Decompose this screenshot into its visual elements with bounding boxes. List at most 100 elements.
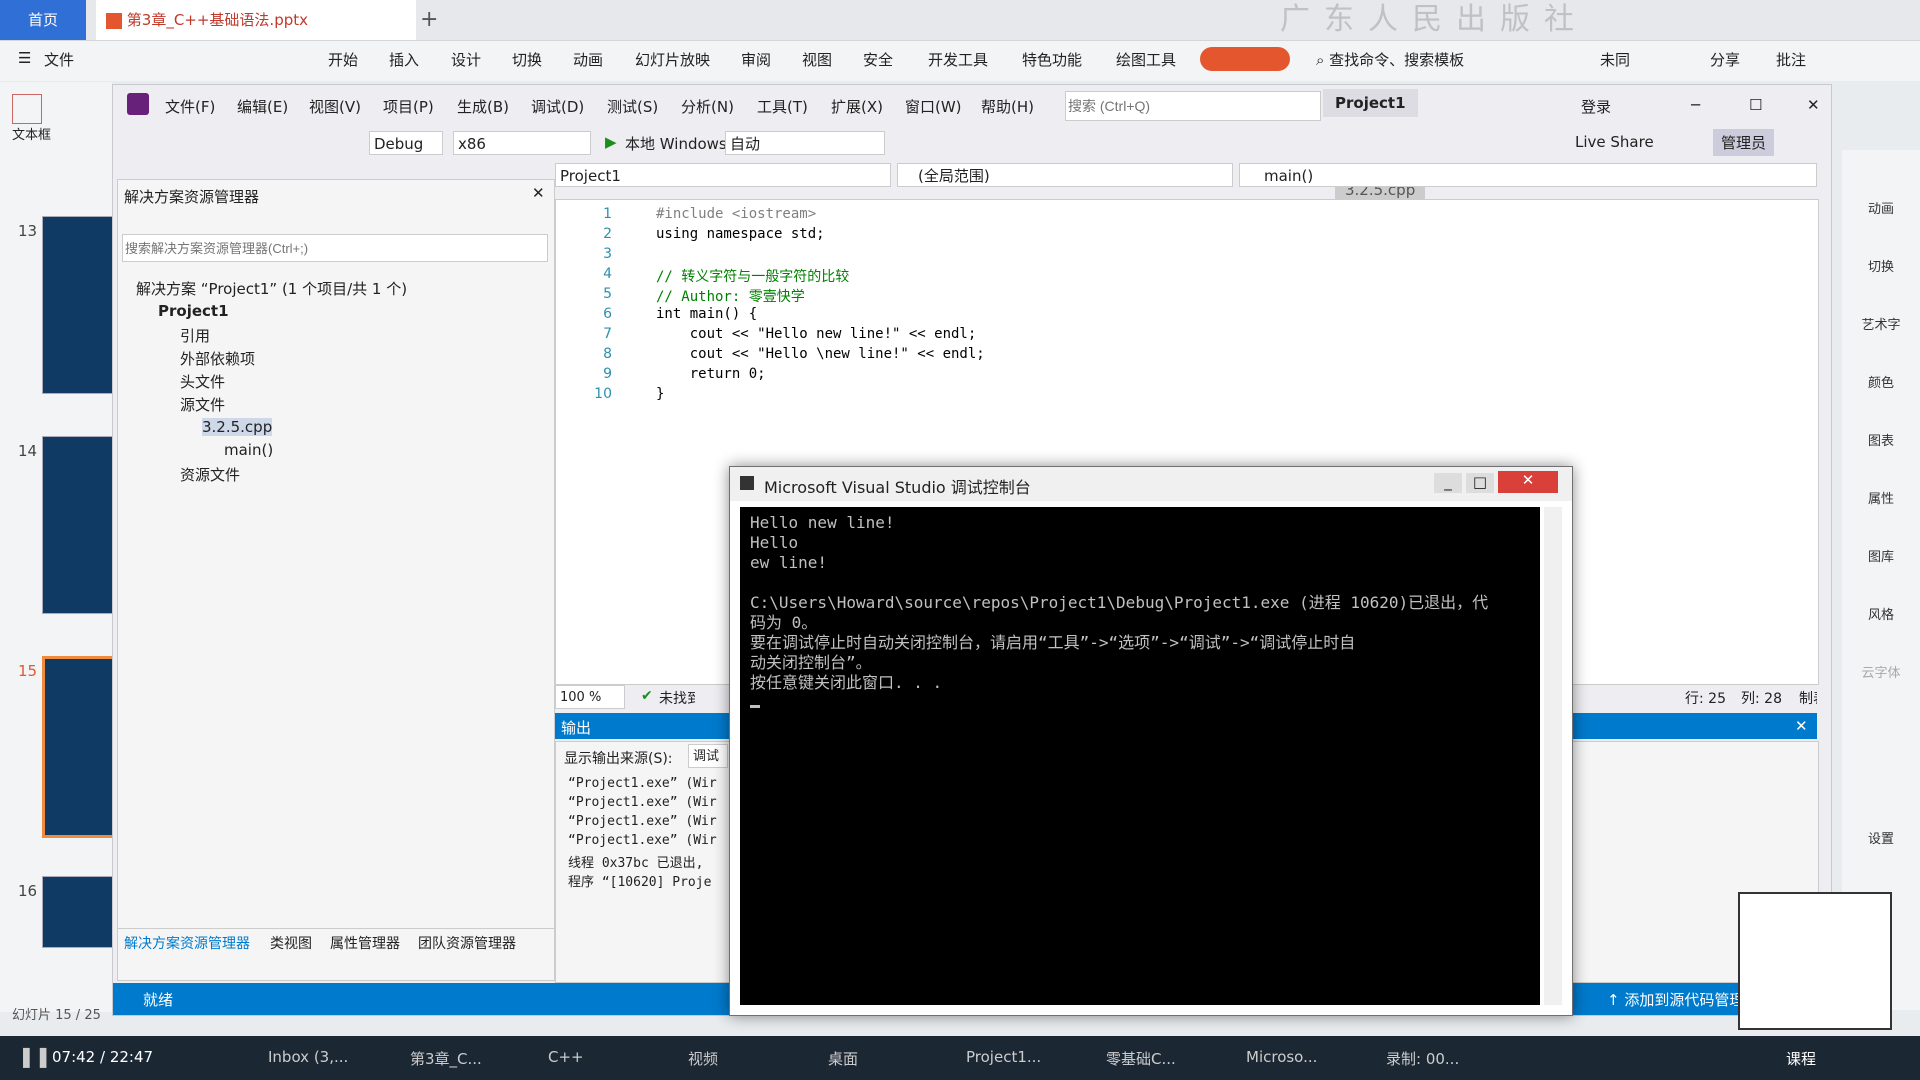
code-line[interactable]: #include <iostream>	[656, 206, 816, 222]
tool-animation[interactable]: 动画	[1842, 198, 1920, 217]
menu-build[interactable]: 生成(B)	[457, 96, 509, 117]
menu-debug[interactable]: 调试(D)	[531, 96, 584, 117]
maximize-icon[interactable]: ☐	[1749, 96, 1762, 114]
tool-color[interactable]: 颜色	[1842, 372, 1920, 391]
ribbon-security[interactable]: 安全	[863, 49, 893, 70]
tool-gallery[interactable]: 图库	[1842, 546, 1920, 565]
taskbar-item[interactable]: 录制: 00...	[1386, 1048, 1459, 1069]
tree-item[interactable]: 引用	[180, 325, 210, 346]
tree-item[interactable]: 3.2.5.cpp	[202, 418, 273, 436]
slide-thumbnail[interactable]	[42, 876, 114, 948]
ribbon-orange-tab[interactable]	[1200, 47, 1290, 71]
tool-settings[interactable]: 设置	[1842, 828, 1920, 847]
code-line[interactable]: }	[656, 386, 664, 402]
tree-item[interactable]: 资源文件	[180, 464, 240, 485]
share-button[interactable]: 分享	[1710, 49, 1740, 70]
pause-icon[interactable]: ❚❚	[18, 1044, 52, 1068]
close-icon[interactable]: ✕	[1807, 96, 1820, 114]
config-select[interactable]: Debug	[369, 131, 443, 155]
sync-status[interactable]: 未同	[1600, 49, 1630, 70]
debug-console-window[interactable]: Microsoft Visual Studio 调试控制台 _ □ ✕ Hell…	[729, 466, 1573, 1016]
tree-item[interactable]: 解决方案 “Project1” (1 个项目/共 1 个)	[136, 278, 407, 299]
ribbon-drawing[interactable]: 绘图工具	[1116, 49, 1176, 70]
slide-thumbnail[interactable]	[42, 436, 114, 614]
ribbon-animation[interactable]: 动画	[573, 49, 603, 70]
search-command[interactable]: ⌕ 查找命令、搜索模板	[1316, 49, 1464, 70]
menu-analyze[interactable]: 分析(N)	[681, 96, 734, 117]
code-line[interactable]: using namespace std;	[656, 226, 825, 242]
menu-file[interactable]: 文件(F)	[165, 96, 215, 117]
tab-team-explorer[interactable]: 团队资源管理器	[418, 933, 516, 953]
menu-window[interactable]: 窗口(W)	[905, 96, 962, 117]
taskbar-item[interactable]: Inbox (3,...	[268, 1048, 348, 1066]
live-share-button[interactable]: Live Share	[1575, 133, 1654, 151]
new-tab-button[interactable]: +	[420, 0, 438, 40]
ribbon-file[interactable]: 文件	[44, 49, 74, 70]
ribbon-review[interactable]: 审阅	[741, 49, 771, 70]
slide-thumbnail[interactable]	[42, 216, 114, 394]
tab-solution-explorer[interactable]: 解决方案资源管理器	[124, 933, 250, 953]
menu-extensions[interactable]: 扩展(X)	[831, 96, 883, 117]
tab-pptx[interactable]: 第3章_C++基础语法.pptx	[96, 0, 416, 40]
comment-button[interactable]: 批注	[1776, 49, 1806, 70]
vs-search-input[interactable]	[1065, 91, 1321, 121]
ribbon-features[interactable]: 特色功能	[1022, 49, 1082, 70]
tree-item[interactable]: 外部依赖项	[180, 348, 255, 369]
tree-item[interactable]: main()	[224, 441, 273, 459]
taskbar-item[interactable]: C++	[548, 1048, 584, 1066]
close-icon[interactable]: ✕	[1795, 717, 1808, 735]
taskbar-item[interactable]: 桌面	[828, 1048, 858, 1069]
tree-item[interactable]: 头文件	[180, 371, 225, 392]
textbox-icon[interactable]	[12, 94, 42, 124]
menu-help[interactable]: 帮助(H)	[981, 96, 1034, 117]
taskbar-item[interactable]: 第3章_C...	[410, 1048, 482, 1069]
nav-project-select[interactable]: Project1	[555, 163, 891, 187]
tab-home[interactable]: 首页	[0, 0, 86, 40]
zoom-select[interactable]: 100 %	[555, 685, 625, 709]
tool-transition[interactable]: 切换	[1842, 256, 1920, 275]
code-line[interactable]: // 转义字符与一般字符的比较	[656, 266, 849, 286]
tree-item[interactable]: 源文件	[180, 394, 225, 415]
code-line[interactable]: int main() {	[656, 306, 757, 322]
source-control-button[interactable]: ↑ 添加到源代码管理	[1607, 989, 1744, 1010]
minimize-icon[interactable]: _	[1434, 473, 1462, 493]
minimize-icon[interactable]: ─	[1691, 96, 1700, 114]
menu-tools[interactable]: 工具(T)	[757, 96, 808, 117]
menu-test[interactable]: 测试(S)	[607, 96, 658, 117]
maximize-icon[interactable]: □	[1466, 473, 1494, 493]
taskbar-item[interactable]: Microso...	[1246, 1048, 1317, 1066]
taskbar-item[interactable]: Project1...	[966, 1048, 1041, 1066]
console-scrollbar[interactable]	[1544, 507, 1562, 1005]
ribbon-insert[interactable]: 插入	[389, 49, 419, 70]
ribbon-start[interactable]: 开始	[328, 49, 358, 70]
taskbar-item[interactable]: 零基础C...	[1106, 1048, 1176, 1069]
menu-icon[interactable]: ☰	[18, 49, 31, 67]
solution-search-input[interactable]	[122, 234, 548, 262]
close-icon[interactable]: ✕	[1498, 471, 1558, 493]
tool-style[interactable]: 风格	[1842, 604, 1920, 623]
code-line[interactable]: return 0;	[656, 366, 766, 382]
nav-member-select[interactable]: main()	[1239, 163, 1817, 187]
menu-project[interactable]: 项目(P)	[383, 96, 434, 117]
tool-wordart[interactable]: 艺术字	[1842, 314, 1920, 333]
output-source-select[interactable]: 调试	[688, 744, 728, 768]
nav-scope-select[interactable]: (全局范围)	[897, 163, 1233, 187]
console-titlebar[interactable]: Microsoft Visual Studio 调试控制台 _ □ ✕	[730, 467, 1572, 501]
run-icon[interactable]: ▶	[605, 133, 617, 151]
code-line[interactable]: cout << "Hello \new line!" << endl;	[656, 346, 985, 362]
ribbon-transition[interactable]: 切换	[512, 49, 542, 70]
menu-view[interactable]: 视图(V)	[309, 96, 361, 117]
platform-select[interactable]: x86	[453, 131, 591, 155]
tool-chart[interactable]: 图表	[1842, 430, 1920, 449]
close-icon[interactable]: ✕	[532, 184, 545, 202]
ribbon-design[interactable]: 设计	[451, 49, 481, 70]
auto-select[interactable]: 自动	[725, 131, 885, 155]
login-link[interactable]: 登录	[1581, 96, 1611, 117]
slide-thumbnail-selected[interactable]	[42, 656, 118, 838]
taskbar-item[interactable]: 视频	[688, 1048, 718, 1069]
ribbon-devtools[interactable]: 开发工具	[928, 49, 988, 70]
tool-cloud-font[interactable]: 云字体	[1842, 662, 1920, 681]
menu-edit[interactable]: 编辑(E)	[237, 96, 288, 117]
tab-class-view[interactable]: 类视图	[270, 933, 312, 953]
tree-item[interactable]: Project1	[158, 302, 229, 320]
